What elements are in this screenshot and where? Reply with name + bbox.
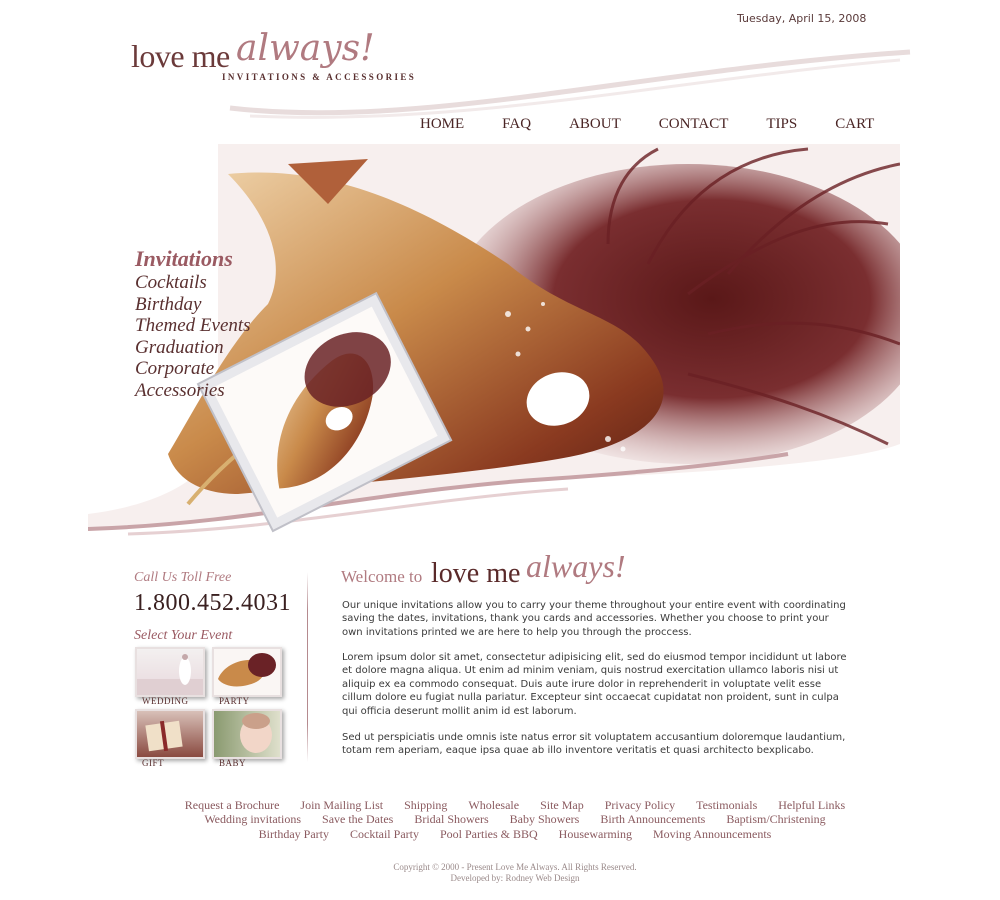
event-thumb-wedding[interactable] [135, 647, 205, 697]
footer-link-bridal-showers[interactable]: Bridal Showers [414, 812, 488, 826]
footer-link-testimonials[interactable]: Testimonials [696, 798, 757, 812]
main-nav: HOME FAQ ABOUT CONTACT TIPS CART [420, 116, 874, 133]
event-link-birthday[interactable]: Birthday [135, 294, 251, 316]
event-thumb-label-gift: GIFT [142, 758, 164, 768]
logo-tagline: INVITATIONS & ACCESSORIES [222, 72, 417, 82]
nav-about[interactable]: ABOUT [569, 116, 621, 133]
nav-contact[interactable]: CONTACT [659, 116, 729, 133]
nav-faq[interactable]: FAQ [502, 116, 531, 133]
footer-link-privacy[interactable]: Privacy Policy [605, 798, 675, 812]
event-link-cocktails[interactable]: Cocktails [135, 272, 251, 294]
footer-links: Request a Brochure Join Mailing List Shi… [100, 798, 930, 841]
event-thumb-gift[interactable] [135, 709, 205, 759]
logo-script[interactable]: always! [236, 28, 375, 69]
event-thumb-label-party: PARTY [219, 696, 250, 706]
footer-link-helpful-links[interactable]: Helpful Links [778, 798, 845, 812]
event-link-accessories[interactable]: Accessories [135, 380, 251, 402]
event-link-themed-events[interactable]: Themed Events [135, 315, 251, 337]
footer-row-1: Request a Brochure Join Mailing List Shi… [100, 798, 930, 812]
welcome-brand: love me [431, 558, 521, 589]
select-event-title: Select Your Event [134, 628, 233, 643]
nav-tips[interactable]: TIPS [766, 116, 797, 133]
event-thumb-party[interactable] [212, 647, 282, 697]
gift-box-icon [145, 720, 183, 752]
call-us-label: Call Us Toll Free [134, 570, 232, 585]
nav-cart[interactable]: CART [835, 116, 874, 133]
copyright-block: Copyright © 2000 - Present Love Me Alway… [100, 862, 930, 884]
header-date: Tuesday, April 15, 2008 [737, 12, 867, 25]
event-link-corporate[interactable]: Corporate [135, 358, 251, 380]
logo-text[interactable]: love me [131, 38, 230, 75]
footer-link-baby-showers[interactable]: Baby Showers [510, 812, 580, 826]
footer-link-wholesale[interactable]: Wholesale [468, 798, 519, 812]
footer-link-moving-announcements[interactable]: Moving Announcements [653, 827, 771, 841]
party-mask-icon [218, 653, 276, 687]
footer-link-birth-announcements[interactable]: Birth Announcements [600, 812, 705, 826]
welcome-paragraph-1: Our unique invitations allow you to carr… [342, 600, 846, 638]
event-thumb-baby[interactable] [212, 709, 282, 759]
wedding-photo-icon [137, 654, 203, 695]
copyright-text: Copyright © 2000 - Present Love Me Alway… [393, 862, 637, 872]
column-divider [307, 572, 308, 762]
event-link-invitations[interactable]: Invitations [135, 246, 251, 272]
welcome-brand-script: always! [526, 548, 626, 584]
footer-link-baptism[interactable]: Baptism/Christening [726, 812, 825, 826]
footer-link-request-brochure[interactable]: Request a Brochure [185, 798, 280, 812]
footer-link-site-map[interactable]: Site Map [540, 798, 584, 812]
footer-link-housewarming[interactable]: Housewarming [559, 827, 632, 841]
footer-link-save-the-dates[interactable]: Save the Dates [322, 812, 393, 826]
welcome-paragraph-2: Lorem ipsum dolor sit amet, consectetur … [342, 652, 847, 717]
nav-home[interactable]: HOME [420, 116, 464, 133]
footer-link-shipping[interactable]: Shipping [404, 798, 447, 812]
footer-row-3: Birthday Party Cocktail Party Pool Parti… [100, 827, 930, 841]
event-link-graduation[interactable]: Graduation [135, 337, 251, 359]
developer-credit[interactable]: Developed by: Rodney Web Design [100, 873, 930, 884]
event-thumb-label-baby: BABY [219, 758, 247, 768]
footer-link-wedding-invitations[interactable]: Wedding invitations [204, 812, 301, 826]
baby-photo-icon [240, 713, 272, 753]
phone-number[interactable]: 1.800.452.4031 [134, 590, 291, 617]
footer-row-2: Wedding invitations Save the Dates Brida… [100, 812, 930, 826]
footer-link-mailing-list[interactable]: Join Mailing List [300, 798, 383, 812]
footer-link-pool-parties[interactable]: Pool Parties & BBQ [440, 827, 538, 841]
welcome-paragraph-3: Sed ut perspiciatis unde omnis iste natu… [342, 732, 846, 757]
welcome-prefix: Welcome to [341, 567, 423, 586]
footer-link-birthday-party[interactable]: Birthday Party [259, 827, 329, 841]
event-thumb-label-wedding: WEDDING [142, 696, 189, 706]
event-category-menu: Invitations Cocktails Birthday Themed Ev… [135, 246, 251, 401]
footer-link-cocktail-party[interactable]: Cocktail Party [350, 827, 419, 841]
